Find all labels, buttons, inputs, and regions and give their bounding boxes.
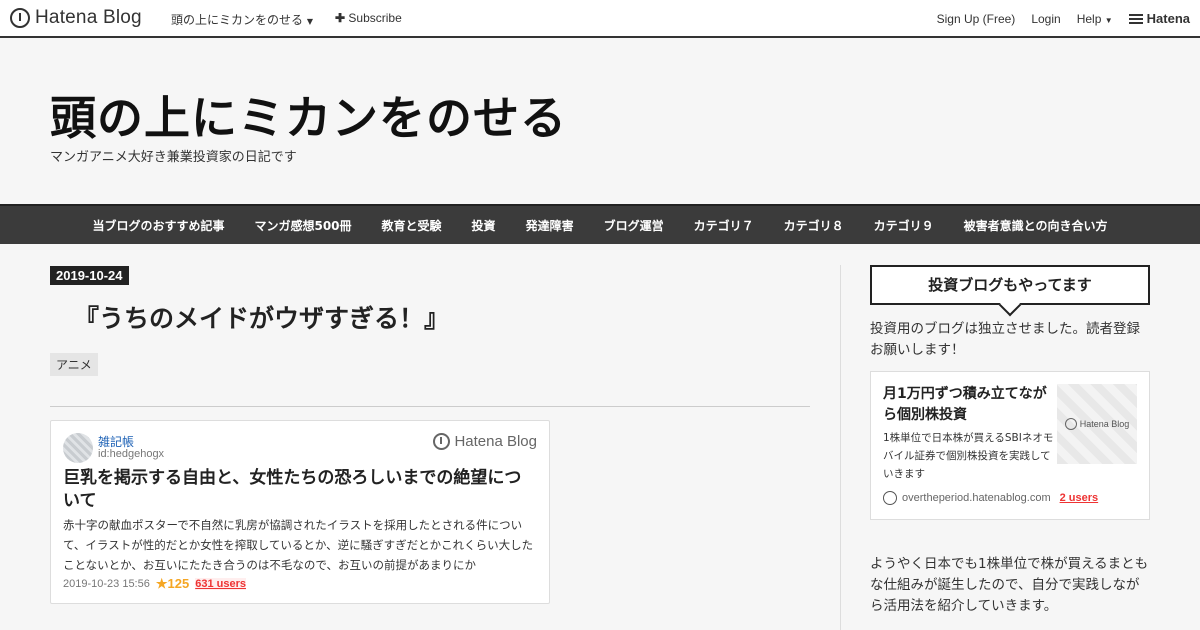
sidebar-embedded-blog-card[interactable]: 月1万円ずつ積み立てながら個別株投資 1株単位で日本株が買えるSBIネオモバイル… [870, 370, 1150, 520]
embed-title[interactable]: 巨乳を掲示する自由と、女性たちの恐ろしいまでの絶望について [63, 467, 533, 513]
entry-category[interactable]: アニメ [50, 353, 98, 376]
hatena-blog-logo-icon [10, 8, 30, 28]
subscribe-button[interactable]: ✚ Subscribe [335, 11, 402, 25]
embed-excerpt: 赤十字の献血ポスターで不自然に乳房が協調されたイラストを採用したとされる件につい… [63, 518, 534, 573]
hatena-blog-logo-icon [433, 433, 451, 450]
star-count[interactable]: ★125 [156, 576, 189, 592]
signup-link[interactable]: Sign Up (Free) [937, 12, 1016, 26]
sidebar-card-footer: overtheperiod.hatenablog.com 2 users [883, 490, 1099, 505]
hatena-logo-icon [1128, 13, 1143, 24]
embed-datetime: 2019-10-23 15:56 [63, 578, 150, 590]
embed-user-id: id:hedgehogx [98, 448, 165, 460]
blog-title[interactable]: 頭の上にミカンをのせる [50, 82, 567, 148]
nav-item[interactable]: 被害者意識との向き合い方 [949, 217, 1123, 234]
entry-title[interactable]: 『うちのメイドがウザすぎる！』 [50, 299, 810, 335]
blog-description: マンガアニメ大好き兼業投資家の日記です [50, 150, 297, 165]
plus-icon: ✚ [335, 11, 346, 25]
hatena-label: Hatena [1146, 11, 1190, 26]
blog-select-label: 頭の上にミカンをのせる [171, 13, 304, 27]
nav-item[interactable]: 投資 [457, 217, 511, 234]
header-right-links: Sign Up (Free) Login Help ▼ Hatena [937, 11, 1190, 26]
sidebar-module-title: 投資ブログもやってます [870, 265, 1150, 305]
embed-meta: 2019-10-23 15:56 ★125 631 users [63, 576, 246, 592]
sidebar-card-thumbnail[interactable]: Hatena Blog [1057, 383, 1137, 464]
column-divider [840, 265, 841, 630]
help-label: Help [1076, 11, 1102, 26]
nav-item[interactable]: 発達障害 [511, 217, 589, 234]
sidebar-text: ようやく日本でも1株単位で株が買えるまともな仕組みが誕生したので、自分で実践しな… [870, 555, 1149, 614]
help-dropdown[interactable]: Help ▼ [1077, 12, 1113, 26]
star-count-value: 125 [167, 576, 190, 591]
nav-item[interactable]: 教育と受験 [367, 217, 457, 234]
hatena-link[interactable]: Hatena [1128, 11, 1190, 26]
sidebar-card-title[interactable]: 月1万円ずつ積み立てながら個別株投資 [883, 384, 1053, 426]
bookmark-users-badge[interactable]: 2 users [1060, 492, 1099, 504]
embedded-blog-card[interactable]: 雑記帳 id:hedgehogx Hatena Blog 巨乳を掲示する自由と、… [50, 420, 550, 604]
nav-item[interactable]: 当ブログのおすすめ記事 [77, 217, 239, 234]
hatena-blog-logo-icon [883, 490, 897, 505]
subscribe-label: Subscribe [348, 11, 402, 25]
nav-item[interactable]: カテゴリ８ [769, 217, 859, 234]
global-header: Hatena Blog 頭の上にミカンをのせる ▼ ✚ Subscribe Si… [0, 0, 1200, 38]
global-nav: 当ブログのおすすめ記事 マンガ感想500冊 教育と受験 投資 発達障害 ブログ運… [0, 204, 1200, 244]
thumbnail-label: Hatena Blog [1079, 418, 1130, 429]
embed-hatena-blog-logo: Hatena Blog [433, 433, 537, 450]
blog-header: 頭の上にミカンをのせる マンガアニメ大好き兼業投資家の日記です [0, 40, 1200, 204]
sidebar-intro-text: 投資用のブログは独立させました。読者登録お願いします！ [870, 321, 1140, 358]
hatena-blog-logo-icon [1064, 417, 1077, 430]
sidebar-card-description: 1株単位で日本株が買えるSBIネオモバイル証券で個別株投資を実践していきます [883, 431, 1054, 480]
caret-down-icon: ▼ [1104, 15, 1113, 25]
nav-item[interactable]: マンガ感想500冊 [239, 217, 366, 234]
star-icon: ★ [155, 576, 168, 591]
entry-date[interactable]: 2019-10-24 [50, 266, 129, 285]
blog-select-dropdown[interactable]: 頭の上にミカンをのせる ▼ [171, 11, 313, 28]
divider [50, 406, 810, 407]
sidebar-card-domain[interactable]: overtheperiod.hatenablog.com [902, 492, 1051, 504]
bookmark-users-badge[interactable]: 631 users [195, 578, 246, 590]
entry: 2019-10-24 『うちのメイドがウザすぎる！』 アニメ 雑記帳 id:he… [50, 265, 810, 604]
hatena-blog-logo[interactable]: Hatena Blog [10, 7, 142, 29]
nav-item[interactable]: ブログ運営 [589, 217, 679, 234]
caret-down-icon: ▼ [306, 17, 313, 26]
embed-brand-label: Hatena Blog [454, 433, 537, 450]
logo-text: Hatena Blog [35, 7, 142, 28]
sidebar: 投資ブログもやってます 投資用のブログは独立させました。読者登録お願いします！ … [870, 265, 1150, 617]
login-link[interactable]: Login [1031, 12, 1060, 26]
nav-item[interactable]: カテゴリ７ [679, 217, 769, 234]
nav-item[interactable]: カテゴリ９ [859, 217, 949, 234]
avatar[interactable] [63, 433, 93, 463]
